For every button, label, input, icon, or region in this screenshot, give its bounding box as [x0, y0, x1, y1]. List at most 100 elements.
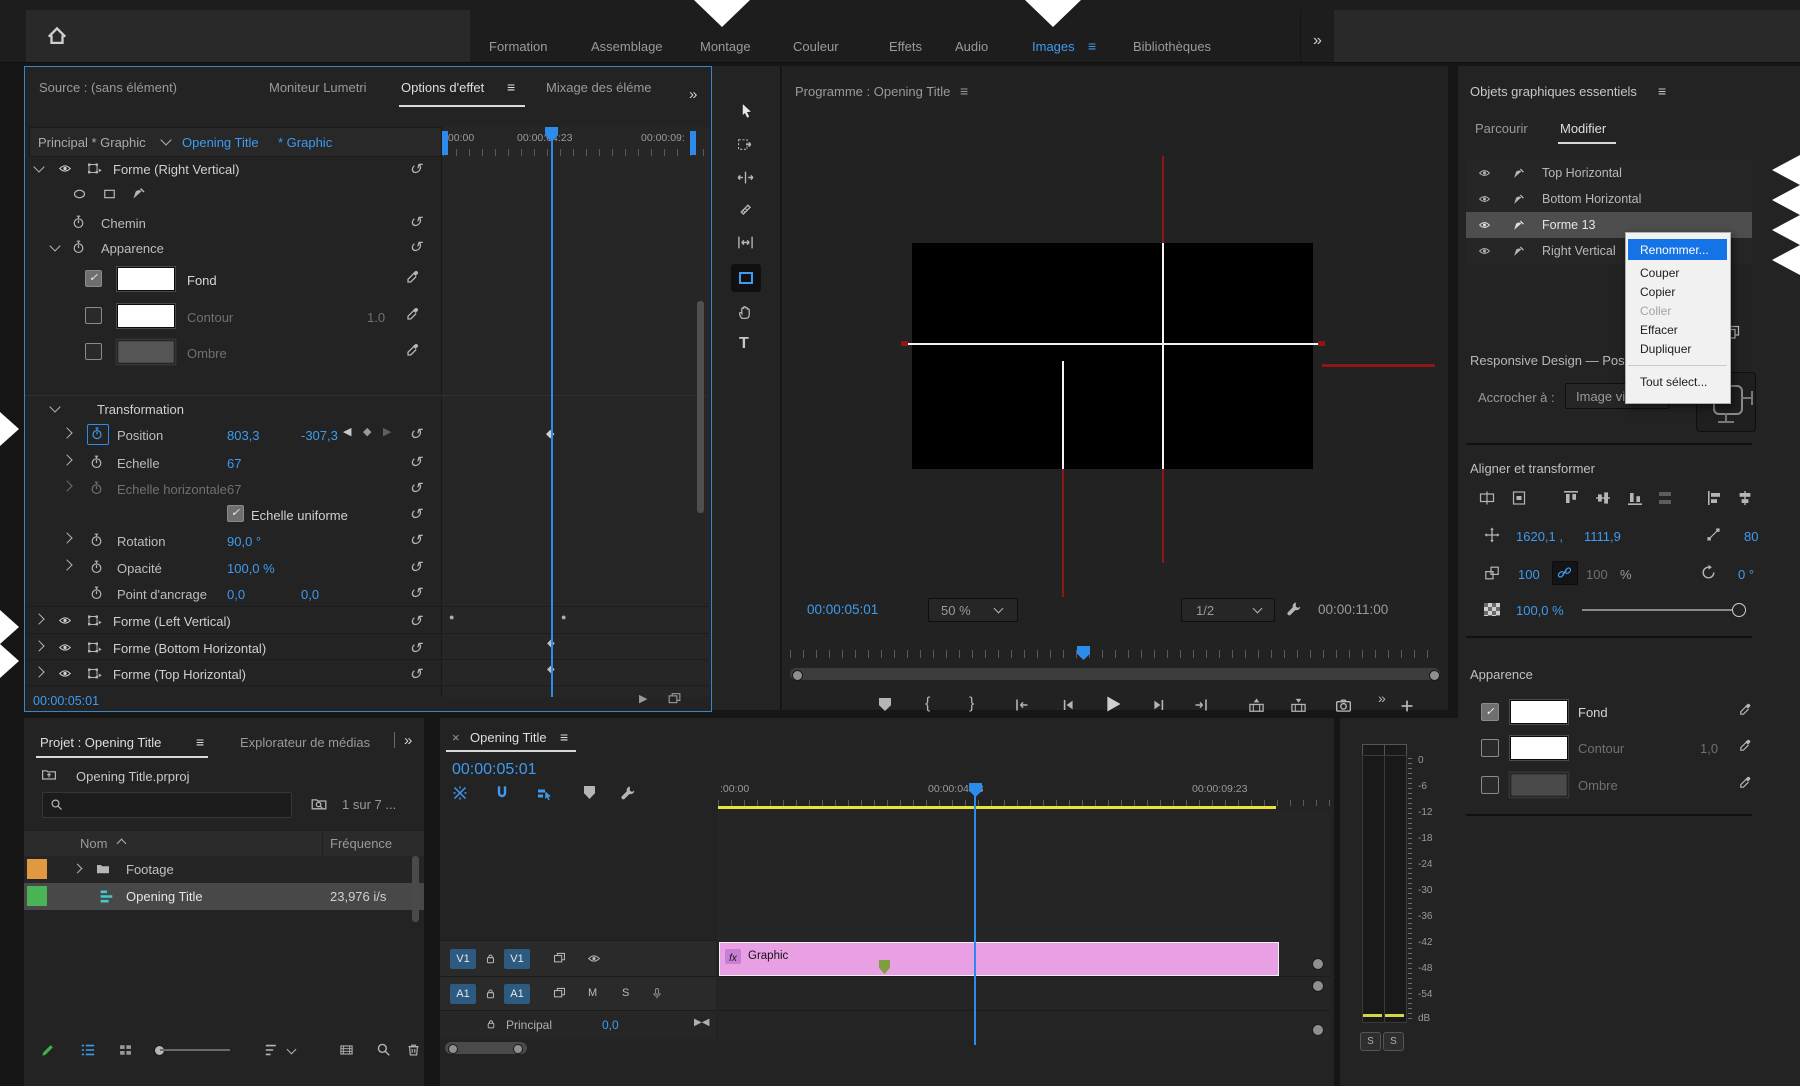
stopwatch-icon[interactable] [89, 454, 104, 470]
fx-layer-left-vertical[interactable]: Forme (Left Vertical) [113, 615, 231, 628]
timeline-menu-icon[interactable] [560, 730, 568, 744]
lock-icon[interactable] [484, 986, 497, 1001]
layer-row-bottom-horizontal[interactable]: Bottom Horizontal [1466, 186, 1752, 213]
project-file-name[interactable]: Opening Title.prproj [76, 770, 189, 783]
fx-layer-bottom-horizontal[interactable]: Forme (Bottom Horizontal) [113, 642, 266, 655]
align-center-horizontally-icon[interactable] [1736, 490, 1754, 506]
pen-tool-icon[interactable] [131, 185, 147, 201]
chevron-right-icon[interactable] [73, 864, 83, 874]
stopwatch-icon-active[interactable] [90, 426, 104, 441]
eg-ombre-checkbox[interactable] [1481, 776, 1499, 794]
transport-overflow-icon[interactable] [1378, 691, 1386, 705]
timeline-settings-wrench-icon[interactable] [620, 785, 636, 801]
eg-contour-width[interactable]: 1,0 [1700, 742, 1718, 755]
workspace-tab-audio[interactable]: Audio [955, 40, 988, 53]
eg-fond-swatch[interactable] [1510, 700, 1568, 724]
column-divider[interactable] [322, 831, 323, 857]
ombre-checkbox[interactable] [85, 343, 102, 360]
selection-tool-icon[interactable] [738, 102, 755, 120]
lock-icon[interactable] [484, 951, 497, 966]
clip-graphic[interactable]: fx Graphic [719, 942, 1279, 976]
tab-timeline-active[interactable]: Opening Title [470, 731, 547, 744]
sync-lock-icon[interactable] [552, 986, 567, 1000]
search-input[interactable] [42, 792, 292, 818]
go-to-out-icon[interactable] [1193, 697, 1209, 713]
project-menu-icon[interactable] [196, 735, 204, 749]
trash-icon[interactable] [406, 1041, 421, 1058]
mark-in-icon[interactable]: { [925, 696, 930, 712]
track-resize-knob-3[interactable] [1312, 1024, 1324, 1036]
reset-icon[interactable] [409, 425, 422, 443]
eg-fond-checkbox[interactable] [1481, 703, 1499, 721]
eye-icon[interactable] [57, 641, 73, 654]
essential-graphics-title[interactable]: Objets graphiques essentiels [1470, 85, 1637, 98]
export-frame-camera-icon[interactable] [1335, 697, 1352, 714]
tab-parcourir[interactable]: Parcourir [1475, 122, 1528, 135]
rectangle-tool-icon[interactable] [101, 187, 118, 201]
fx-rotation-value[interactable]: 90,0 ° [227, 535, 261, 548]
reset-icon[interactable] [409, 479, 422, 497]
opacity-checker-icon[interactable] [1484, 603, 1500, 616]
track-resize-knob-2[interactable] [1312, 980, 1324, 992]
align-left-icon[interactable] [1706, 490, 1724, 506]
reset-icon[interactable] [409, 558, 422, 576]
reset-icon[interactable] [409, 453, 422, 471]
solo-button-left[interactable]: S [1360, 1032, 1381, 1051]
solo-button-right[interactable]: S [1383, 1032, 1404, 1051]
effect-controls-menu-icon[interactable] [507, 80, 515, 94]
master-track-label[interactable]: Principal [506, 1019, 552, 1031]
label-color-green[interactable] [27, 886, 47, 906]
chevron-right-icon[interactable] [33, 666, 44, 677]
lift-icon[interactable] [1248, 697, 1265, 714]
list-view-icon[interactable] [80, 1042, 96, 1058]
program-scrollbar[interactable] [790, 668, 1440, 680]
automate-to-sequence-icon[interactable] [338, 1043, 355, 1057]
workspace-tab-couleur[interactable]: Couleur [793, 40, 839, 53]
workspace-tab-assemblage[interactable]: Assemblage [591, 40, 663, 53]
sync-lock-icon[interactable] [552, 951, 567, 965]
stopwatch-icon[interactable] [89, 532, 104, 548]
eg-anchor-value[interactable]: 80 [1744, 530, 1758, 543]
move-position-icon[interactable] [1484, 527, 1500, 543]
rotation-icon[interactable] [1700, 564, 1717, 581]
rectangle-shape-tool-icon[interactable] [738, 270, 754, 286]
ombre-color-swatch[interactable] [117, 340, 175, 364]
fx-badge[interactable]: fx [725, 949, 741, 964]
search-bin-icon[interactable] [310, 795, 328, 812]
chevron-right-icon[interactable] [33, 640, 44, 651]
fx-group-apparence[interactable]: Apparence [101, 242, 164, 255]
layer-row-top-horizontal[interactable]: Top Horizontal [1466, 160, 1752, 187]
keyframe-circle-2[interactable] [561, 613, 566, 622]
opacity-slider-knob[interactable] [1732, 603, 1746, 617]
play-icon[interactable] [1103, 694, 1123, 714]
scrollbar-knob-right[interactable] [1429, 670, 1440, 681]
scrollbar-knob-left[interactable] [448, 1044, 458, 1054]
fx-param-chemin[interactable]: Chemin [101, 217, 146, 230]
chevron-right-icon[interactable] [61, 454, 72, 465]
chevron-right-icon[interactable] [61, 559, 72, 570]
close-tab-icon[interactable] [452, 731, 460, 744]
fx-ancrage-y[interactable]: 0,0 [301, 588, 319, 601]
chevron-down-icon[interactable] [49, 240, 60, 251]
tab-media-browser[interactable]: Explorateur de médias [240, 736, 370, 749]
fx-ancrage-x[interactable]: 0,0 [227, 588, 245, 601]
master-track-level[interactable]: 0,0 [602, 1019, 619, 1031]
fx-playhead-line[interactable] [551, 127, 553, 697]
reset-icon[interactable] [409, 213, 422, 231]
reset-icon[interactable] [409, 531, 422, 549]
clip-marker-green[interactable] [879, 960, 890, 974]
track-resize-knob-1[interactable] [1312, 958, 1324, 970]
find-icon[interactable] [376, 1042, 391, 1057]
eg-opacity-value[interactable]: 100,0 % [1516, 604, 1564, 617]
eyedropper-icon[interactable] [405, 306, 421, 322]
eg-scale-x[interactable]: 100 [1518, 568, 1540, 581]
eg-contour-checkbox[interactable] [1481, 739, 1499, 757]
keyframe-bowtie-icon[interactable]: ▶◀ [694, 1018, 709, 1028]
fx-layer-top-horizontal[interactable]: Forme (Top Horizontal) [113, 668, 246, 681]
reset-icon[interactable] [409, 665, 422, 683]
reset-icon[interactable] [409, 505, 422, 523]
fond-color-swatch[interactable] [117, 267, 175, 291]
video-frame[interactable] [912, 243, 1313, 469]
mute-button[interactable]: M [588, 988, 597, 999]
column-name[interactable]: Nom [80, 837, 107, 850]
